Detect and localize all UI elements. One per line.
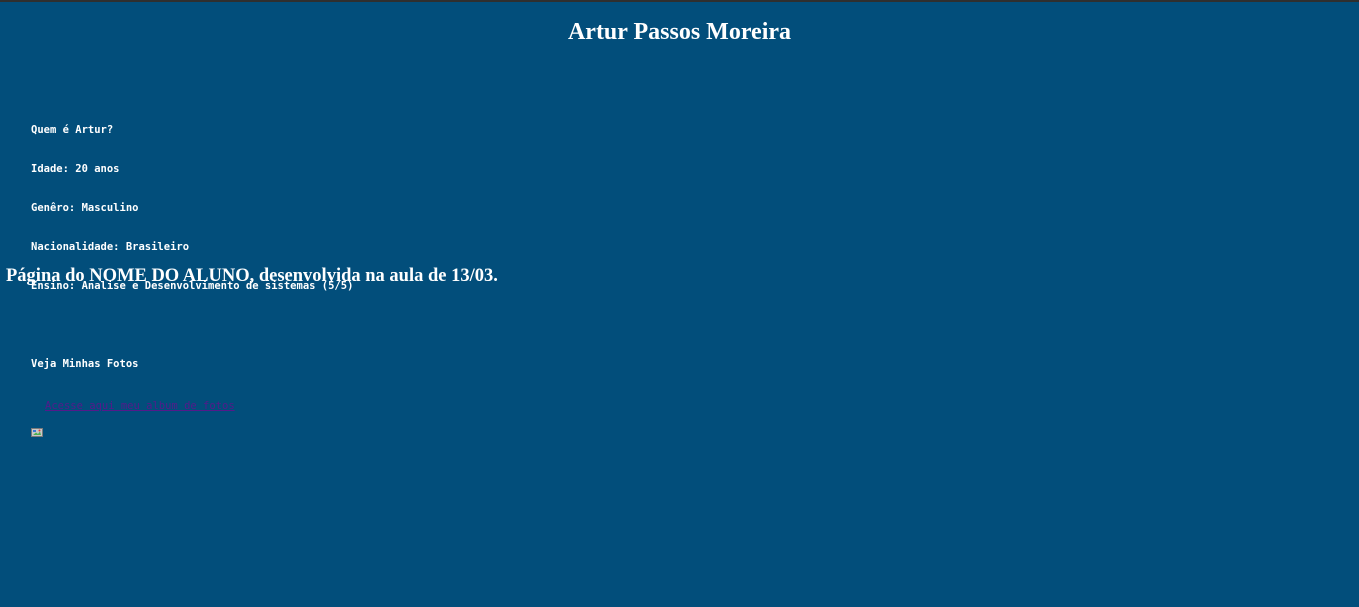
profile-question: Quem é Artur? bbox=[31, 124, 114, 136]
broken-image-icon[interactable] bbox=[31, 402, 43, 437]
profile-age: Idade: 20 anos bbox=[31, 163, 120, 175]
album-link-row[interactable]: Acesse aqui meu album de fotos bbox=[31, 399, 353, 437]
profile-spacer bbox=[31, 319, 353, 332]
page-title: Artur Passos Moreira bbox=[567, 19, 792, 45]
album-link[interactable]: Acesse aqui meu album de fotos bbox=[45, 400, 235, 413]
photos-heading: Veja Minhas Fotos bbox=[31, 358, 139, 370]
profile-gender: Genêro: Masculino bbox=[31, 202, 139, 214]
page: { "header": { "title": "Artur Passos Mor… bbox=[0, 0, 1359, 607]
profile-nationality: Nacionalidade: Brasileiro bbox=[31, 241, 190, 253]
profile-section: Quem é Artur? Idade: 20 anos Genêro: Mas… bbox=[31, 98, 353, 437]
footer-text: Página do NOME DO ALUNO, desenvolvida na… bbox=[6, 266, 498, 286]
